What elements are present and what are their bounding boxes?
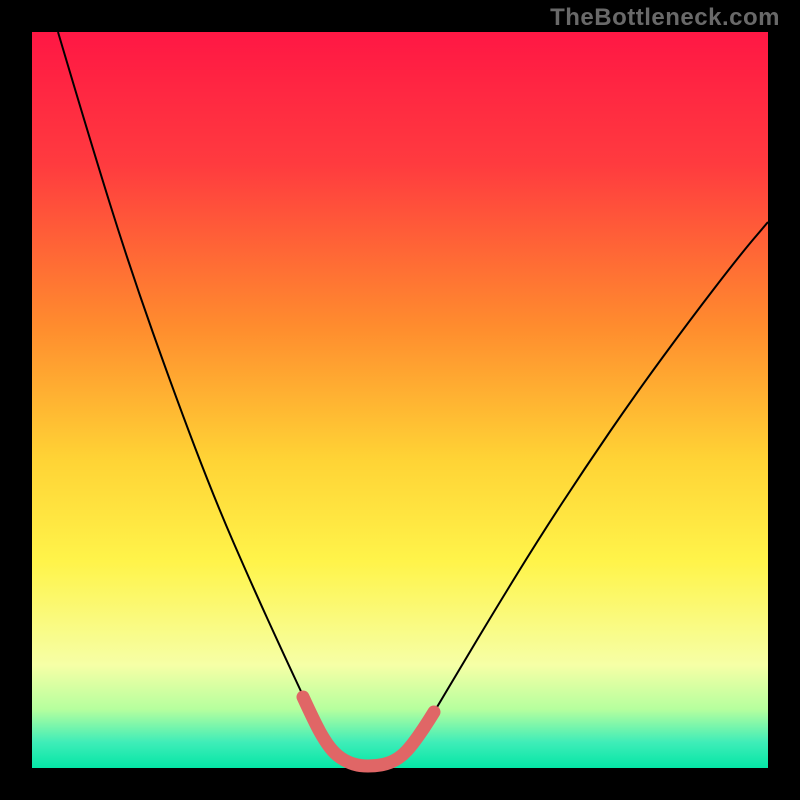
watermark-text: TheBottleneck.com <box>550 4 780 32</box>
chart-svg <box>0 0 800 800</box>
plot-background <box>32 32 768 768</box>
chart-frame: TheBottleneck.com <box>0 0 800 800</box>
